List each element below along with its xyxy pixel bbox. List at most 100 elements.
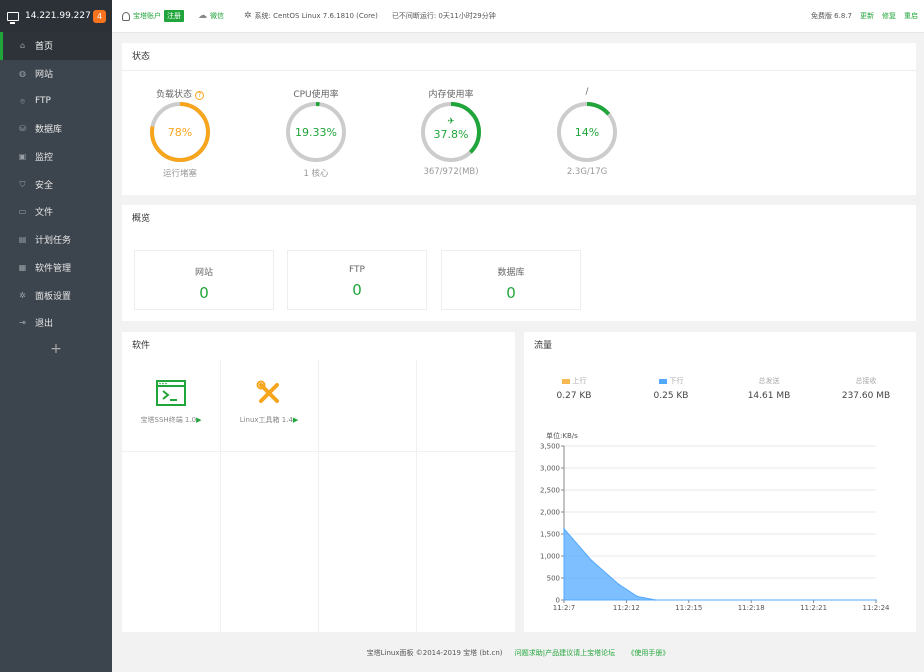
repair-link[interactable]: 修复: [882, 11, 896, 21]
overview-label: FTP: [349, 265, 365, 275]
traffic-stat-label: 总发送: [758, 377, 780, 385]
gauge-sub: 367/972(MB): [423, 167, 479, 177]
register-button[interactable]: 注册: [164, 10, 184, 22]
gauge-value: 78%: [168, 126, 192, 139]
copyright: 宝塔Linux面板 ©2014-2019 宝塔 (bt.cn): [366, 649, 503, 657]
sidebar-item-9[interactable]: ✲ 面板设置: [0, 281, 112, 309]
sidebar-item-label: FTP: [35, 96, 51, 107]
gauge-ring: ✈37.8%: [421, 102, 481, 162]
gauge-ring: 78%: [150, 102, 210, 162]
overview-label: 网站: [194, 268, 213, 278]
top-bar: 宝塔账户 注册 ☁ 微信 ✲ 系统: CentOS Linux 7.6.1810…: [112, 0, 924, 33]
gauge-value: 19.33%: [295, 126, 337, 139]
gauge-sub: 运行堵塞: [162, 169, 197, 179]
data-point: [618, 583, 620, 586]
sidebar-item-label: 退出: [35, 319, 54, 330]
sidebar-item-0[interactable]: ⌂ 首页: [0, 32, 112, 60]
restart-link[interactable]: 重启: [904, 11, 918, 21]
sidebar-item-label: 文件: [35, 208, 54, 219]
gauge-3[interactable]: / 14% 2.3G/17G: [547, 87, 627, 177]
gauge-label: 负载状态: [155, 90, 192, 100]
help-icon[interactable]: ?: [195, 91, 204, 100]
traffic-stat-1: 下行 0.25 KB: [631, 376, 711, 401]
system-info: ✲ 系统: CentOS Linux 7.6.1810 (Core): [244, 11, 378, 21]
sidebar-item-4[interactable]: ▣ 监控: [0, 143, 112, 171]
gauge-0[interactable]: 负载状态? 78% 运行堵塞: [140, 87, 220, 179]
overview-count: 0: [352, 281, 362, 299]
sidebar-item-6[interactable]: ▭ 文件: [0, 198, 112, 226]
gauge-sub: 1 核心: [303, 169, 329, 179]
x-tick-label: 11:2:24: [863, 604, 891, 612]
footer: 宝塔Linux面板 ©2014-2019 宝塔 (bt.cn) 问题求助|产品建…: [112, 648, 924, 658]
traffic-stat-value: 0.25 KB: [653, 391, 689, 401]
software-toolbox-label: Linux工具箱 1.4: [239, 416, 293, 424]
overview-title: 概览: [132, 214, 151, 224]
manual-link[interactable]: 《使用手册》: [627, 649, 669, 657]
sidebar-item-label: 软件管理: [35, 263, 72, 274]
y-tick-label: 1,500: [540, 531, 560, 539]
y-tick-label: 500: [547, 575, 560, 583]
overview-box-2[interactable]: 数据库 0: [441, 250, 581, 310]
play-icon[interactable]: ▶: [293, 416, 298, 424]
forum-link[interactable]: 问题求助|产品建议请上宝塔论坛: [515, 649, 615, 657]
sidebar-item-2[interactable]: ⌾ FTP: [0, 87, 112, 115]
gauge-1[interactable]: CPU使用率 19.33% 1 核心: [276, 87, 356, 179]
play-icon[interactable]: ▶: [196, 416, 201, 424]
sidebar-item-7[interactable]: ▤ 计划任务: [0, 226, 112, 254]
status-title: 状态: [122, 43, 916, 71]
traffic-stat-0: 上行 0.27 KB: [534, 376, 614, 401]
traffic-stat-3: 总接收 237.60 MB: [826, 376, 906, 401]
system-label: 系统:: [254, 12, 271, 20]
traffic-stat-2: 总发送 14.61 MB: [729, 376, 809, 401]
overview-box-0[interactable]: 网站 0: [134, 250, 274, 310]
system-value: CentOS Linux 7.6.1810 (Core): [273, 12, 378, 20]
gauge-2[interactable]: 内存使用率 ✈ 37.8% 367/972(MB): [411, 87, 491, 177]
traffic-stat-label: 下行: [669, 377, 684, 385]
gauge-sub: 2.3G/17G: [566, 167, 608, 177]
traffic-stat-value: 237.60 MB: [841, 391, 891, 401]
sidebar-item-3[interactable]: ⛁ 数据库: [0, 115, 112, 143]
data-point: [654, 599, 657, 601]
overview-count: 0: [506, 284, 516, 302]
account-link[interactable]: 宝塔账户 注册: [122, 10, 184, 22]
gear-icon: ✲: [19, 290, 26, 300]
y-tick-label: 1,000: [540, 553, 560, 561]
overview-box-1[interactable]: FTP 0: [287, 250, 427, 310]
gauge-ring: 19.33%: [286, 102, 346, 162]
x-tick-label: 11:2:12: [613, 604, 640, 612]
traffic-panel: 流量 上行 0.27 KB 下行 0.25 KB 总发送 14.61 MB 总接收 237.6…: [524, 332, 916, 632]
update-link[interactable]: 更新: [860, 11, 874, 21]
gauge-label: 内存使用率: [428, 90, 474, 100]
sidebar-item-1[interactable]: ◍ 网站: [0, 60, 112, 88]
x-tick-label: 11:2:21: [800, 604, 827, 612]
gauge-label: CPU使用率: [293, 90, 339, 100]
sidebar-item-5[interactable]: ⛉ 安全: [0, 170, 112, 198]
software-title: 软件: [132, 341, 151, 351]
traffic-title: 流量: [534, 341, 553, 351]
traffic-stat-value: 0.27 KB: [556, 391, 592, 401]
software-item-ssh[interactable]: 宝塔SSH终端 1.0▶: [122, 380, 220, 425]
ftp-icon: ⌾: [20, 96, 25, 106]
rocket-icon: ✈: [447, 117, 455, 127]
sidebar-item-10[interactable]: ⇥ 退出: [0, 309, 112, 337]
user-icon: [122, 11, 130, 21]
sidebar-item-label: 面板设置: [35, 291, 72, 302]
y-tick-label: 2,500: [540, 487, 560, 495]
y-axis-label: 单位:KB/s: [546, 431, 578, 440]
database-icon: ⛁: [19, 124, 26, 134]
sidebar-item-label: 数据库: [35, 125, 63, 136]
sidebar-item-8[interactable]: ▦ 软件管理: [0, 254, 112, 282]
y-tick-label: 3,500: [540, 443, 560, 451]
add-shortcut-button[interactable]: +: [0, 341, 112, 357]
traffic-stat-label: 上行: [572, 377, 587, 385]
gauge-ring: 14%: [557, 102, 617, 162]
software-item-toolbox[interactable]: Linux工具箱 1.4▶: [220, 380, 318, 425]
overview-label: 数据库: [497, 268, 525, 278]
tools-icon: [256, 380, 279, 403]
wechat-link[interactable]: ☁ 微信: [198, 11, 224, 21]
logout-icon: ⇥: [19, 318, 26, 328]
sidebar: 14.221.99.227 4 ⌂ 首页 ◍ 网站 ⌾ FTP ⛁ 数据库 ▣ 监控 ⛉ 安全 ▭ 文件 ▤…: [0, 0, 112, 672]
gauge-label: /: [585, 87, 589, 97]
server-ip: 14.221.99.227: [25, 11, 91, 21]
notification-badge[interactable]: 4: [93, 9, 106, 23]
